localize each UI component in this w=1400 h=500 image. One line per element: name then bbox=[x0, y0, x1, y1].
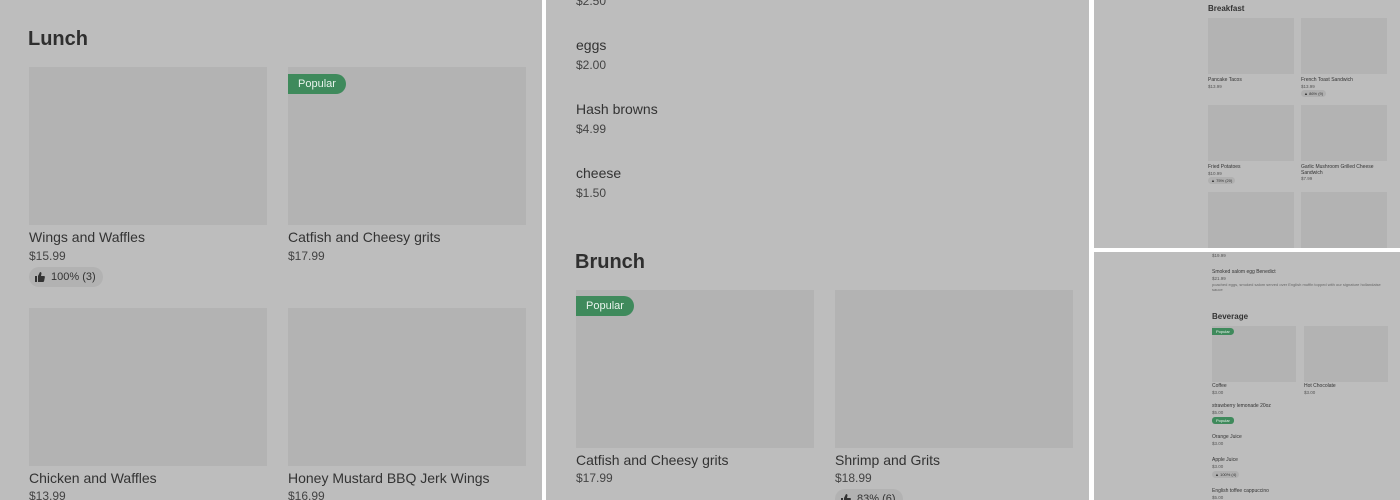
thumbs-up-icon: ▲ bbox=[1211, 178, 1215, 183]
item-price: $16.99 bbox=[288, 489, 325, 500]
thumbs-up-icon bbox=[35, 272, 45, 282]
item-price: $1.50 bbox=[576, 186, 607, 200]
rating-chip: ▲ 86% (9) bbox=[1301, 90, 1327, 97]
item-price: $3.00 bbox=[1212, 441, 1224, 446]
rating-chip: ▲ 100% (4) bbox=[1212, 471, 1240, 478]
rating-text: 75% (20) bbox=[1216, 178, 1233, 183]
item-name[interactable]: strawberry lemonade 20oz bbox=[1212, 403, 1271, 409]
item-name[interactable]: Chicken and Waffles bbox=[29, 470, 157, 486]
item-price: $17.99 bbox=[576, 471, 613, 485]
item-price: $15.99 bbox=[29, 249, 66, 263]
item-name[interactable]: Apple Juice bbox=[1212, 457, 1238, 463]
item-image[interactable] bbox=[1208, 105, 1294, 161]
thumbs-up-icon: ▲ bbox=[1215, 472, 1219, 477]
item-price: $2.50 bbox=[576, 0, 607, 8]
item-price: $2.00 bbox=[576, 58, 607, 72]
item-image[interactable] bbox=[1208, 18, 1294, 74]
thumbs-up-icon bbox=[841, 494, 851, 500]
item-image[interactable] bbox=[1301, 192, 1387, 248]
rating-text: 83% (6) bbox=[857, 493, 896, 500]
item-name[interactable]: Smoked salom egg Benedict bbox=[1212, 269, 1276, 275]
rating-chip: 83% (6) bbox=[835, 489, 903, 500]
item-image[interactable] bbox=[29, 308, 267, 466]
item-price: $19.99 bbox=[1212, 253, 1226, 258]
item-price: $5.00 bbox=[1212, 410, 1224, 415]
item-name[interactable]: Hash browns bbox=[576, 101, 658, 117]
item-image[interactable] bbox=[1301, 18, 1387, 74]
item-description: poached eggs, smoked salom served over E… bbox=[1212, 282, 1381, 292]
item-name[interactable]: Catfish and Cheesy grits bbox=[288, 229, 441, 245]
item-image[interactable] bbox=[1208, 192, 1294, 248]
item-price: $3.00 bbox=[1212, 390, 1224, 395]
item-image[interactable] bbox=[1304, 326, 1388, 382]
item-name[interactable]: Honey Mustard BBQ Jerk Wings bbox=[288, 470, 490, 486]
item-name[interactable]: Pancake Tacos bbox=[1208, 77, 1242, 83]
item-price: $5.00 bbox=[1212, 495, 1224, 500]
item-name[interactable]: Fried Potatoes bbox=[1208, 164, 1241, 170]
section-title-breakfast: Breakfast bbox=[1208, 4, 1245, 13]
item-name[interactable]: cheese bbox=[576, 165, 621, 181]
item-price: $13.99 bbox=[1208, 84, 1222, 89]
beverage-panel: $19.99 Smoked salom egg Benedict $21.99 … bbox=[1094, 252, 1400, 500]
item-name[interactable]: Orange Juice bbox=[1212, 434, 1242, 440]
item-name[interactable]: Shrimp and Grits bbox=[835, 452, 940, 468]
rating-text: 86% (9) bbox=[1309, 91, 1324, 96]
lunch-panel: Lunch Wings and Waffles $15.99 100% (3) … bbox=[0, 0, 542, 500]
item-price: $18.99 bbox=[835, 471, 872, 485]
popular-badge: Popular bbox=[1212, 328, 1234, 335]
popular-badge: Popular bbox=[1212, 417, 1234, 424]
item-name[interactable]: eggs bbox=[576, 37, 606, 53]
section-title-lunch: Lunch bbox=[28, 28, 88, 50]
item-price: $3.00 bbox=[1304, 390, 1316, 395]
rating-text: 100% (4) bbox=[1220, 472, 1237, 477]
item-price: $3.00 bbox=[1212, 464, 1224, 469]
item-price: $4.99 bbox=[576, 122, 607, 136]
section-title-beverage: Beverage bbox=[1212, 312, 1249, 321]
item-image[interactable] bbox=[1301, 105, 1387, 161]
thumbs-up-icon: ▲ bbox=[1304, 91, 1308, 96]
rating-text: 100% (3) bbox=[51, 271, 96, 283]
brunch-panel: $2.50 eggs $2.00 Hash browns $4.99 chees… bbox=[546, 0, 1089, 500]
item-name[interactable]: English toffee cappuccino bbox=[1212, 488, 1269, 494]
item-price: $7.99 bbox=[1301, 176, 1313, 181]
breakfast-panel: Breakfast Pancake Tacos $13.99 French To… bbox=[1094, 0, 1400, 248]
item-name[interactable]: Coffee bbox=[1212, 383, 1227, 389]
item-name[interactable]: Wings and Waffles bbox=[29, 229, 145, 245]
item-price: $21.99 bbox=[1212, 276, 1226, 281]
item-image[interactable] bbox=[835, 290, 1073, 448]
item-price: $10.99 bbox=[1208, 171, 1222, 176]
item-price: $13.99 bbox=[1301, 84, 1315, 89]
item-image[interactable] bbox=[288, 308, 526, 466]
popular-badge: Popular bbox=[288, 74, 346, 94]
item-name[interactable]: Garlic Mushroom Grilled Cheese Sandwich bbox=[1301, 164, 1381, 176]
item-price: $17.99 bbox=[288, 249, 325, 263]
item-name[interactable]: Catfish and Cheesy grits bbox=[576, 452, 729, 468]
rating-chip: ▲ 75% (20) bbox=[1208, 177, 1236, 184]
item-name[interactable]: French Toast Sandwich bbox=[1301, 77, 1353, 83]
rating-chip: 100% (3) bbox=[29, 267, 103, 287]
item-image[interactable] bbox=[29, 67, 267, 225]
item-price: $13.99 bbox=[29, 489, 66, 500]
section-title-brunch: Brunch bbox=[575, 251, 645, 273]
item-name[interactable]: Hot Chocolate bbox=[1304, 383, 1336, 389]
popular-badge: Popular bbox=[576, 296, 634, 316]
